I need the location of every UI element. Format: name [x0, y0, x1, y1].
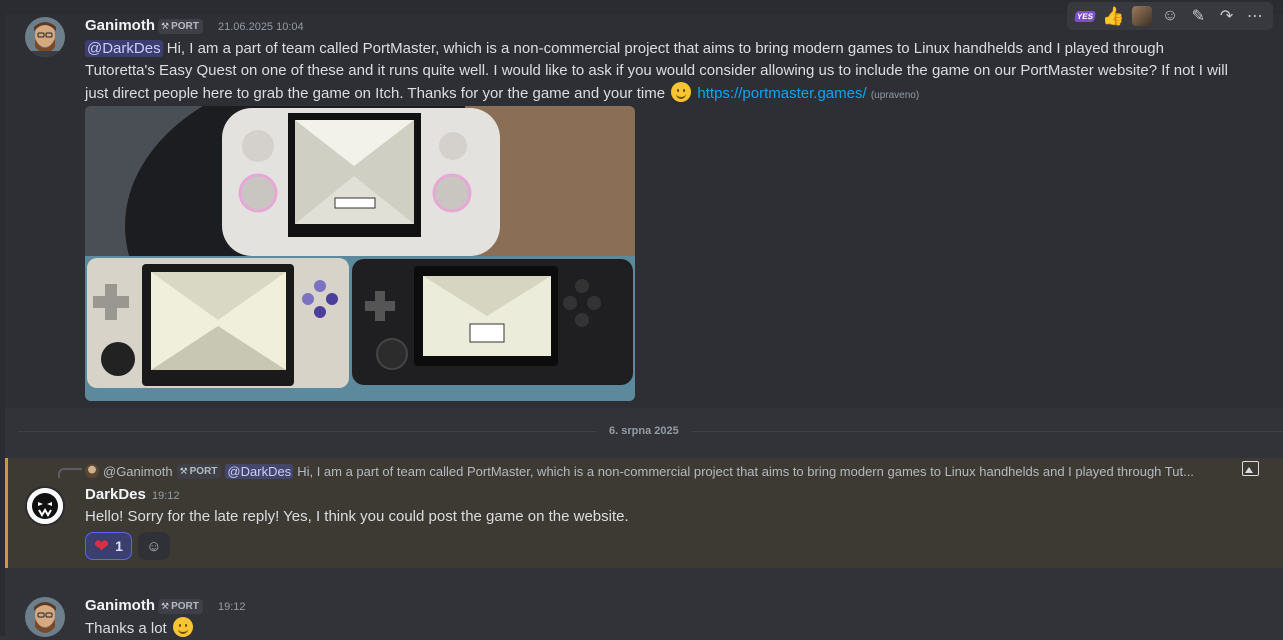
reply-avatar	[85, 464, 99, 478]
author-name[interactable]: DarkDes	[85, 486, 146, 503]
face-reaction-button[interactable]	[1130, 4, 1154, 28]
avatar-image	[25, 17, 65, 57]
user-mention[interactable]: @DarkDes	[85, 40, 163, 57]
slightly-smiling-emoji-icon	[172, 617, 193, 637]
yes-reaction-button[interactable]: YES	[1073, 4, 1097, 28]
wrench-icon: ⚒	[161, 21, 170, 31]
message-toolbar: YES 👍 ☺ ✎ ↷ ⋯	[1067, 2, 1273, 30]
role-tag-label: PORT	[171, 21, 199, 32]
message-timestamp: 19:12	[152, 490, 180, 502]
add-reaction-icon: ☺	[1161, 7, 1179, 24]
message-text-line-2: Tutoretta's Easy Quest on one of these a…	[85, 62, 1228, 79]
role-tag[interactable]: ⚒ PORT	[158, 19, 203, 34]
message-content: Thanks a lot	[85, 617, 195, 640]
edited-label: (upraveno)	[870, 90, 920, 101]
avatar-ganimoth[interactable]	[25, 597, 65, 637]
forward-button[interactable]: ↷	[1215, 4, 1239, 28]
yes-emoji-icon: YES	[1074, 10, 1097, 22]
wrench-icon: ⚒	[161, 601, 170, 611]
message-text: Thanks a lot	[85, 620, 167, 637]
attached-photo[interactable]	[85, 106, 635, 401]
reply-role-tag: ⚒ PORT	[176, 463, 222, 479]
author-name[interactable]: Ganimoth	[85, 17, 155, 34]
avatar-image	[25, 597, 65, 637]
slightly-smiling-emoji-icon	[671, 82, 692, 102]
website-link[interactable]: https://portmaster.games/	[697, 85, 866, 102]
reply-author[interactable]: @Ganimoth	[103, 464, 173, 479]
role-tag[interactable]: ⚒ PORT	[158, 599, 203, 614]
heart-icon: ❤	[94, 536, 110, 556]
reply-role-tag-label: PORT	[189, 465, 218, 477]
thumbs-up-icon: 👍	[1102, 5, 1125, 26]
message-text-line-3: just direct people here to grab the game…	[85, 85, 666, 102]
edit-icon: ✎	[1191, 8, 1205, 25]
add-reaction-button[interactable]: ☺	[1158, 4, 1182, 28]
more-icon: ⋯	[1246, 8, 1263, 25]
message-timestamp: 21.06.2025 10:04	[218, 21, 304, 33]
reply-preview[interactable]: @Ganimoth ⚒ PORT @DarkDes Hi, I am a par…	[85, 462, 1235, 480]
forward-icon: ↷	[1219, 8, 1234, 25]
date-divider-label: 6. srpna 2025	[597, 424, 691, 438]
add-reaction-button[interactable]: ☺	[137, 532, 170, 560]
wrench-icon: ⚒	[179, 465, 188, 476]
author-name[interactable]: Ganimoth	[85, 597, 155, 614]
thumbs-up-reaction-button[interactable]: 👍	[1101, 4, 1125, 28]
add-reaction-icon: ☺	[146, 537, 162, 555]
role-tag-label: PORT	[171, 601, 199, 612]
face-emoji-icon	[1131, 6, 1152, 26]
reply-mention: @DarkDes	[225, 463, 294, 479]
reaction-count: 1	[115, 538, 123, 554]
heart-reaction[interactable]: ❤ 1	[85, 532, 132, 560]
image-icon	[1242, 461, 1259, 476]
more-options-button[interactable]: ⋯	[1243, 4, 1267, 28]
edit-button[interactable]: ✎	[1186, 4, 1210, 28]
reply-snippet: Hi, I am a part of team called PortMaste…	[297, 463, 1194, 479]
avatar-image	[27, 488, 63, 524]
message-text: Hello! Sorry for the late reply! Yes, I …	[85, 508, 629, 525]
reply-spine	[58, 468, 82, 478]
message-timestamp: 19:12	[218, 601, 246, 613]
reactions-bar: ❤ 1 ☺	[85, 532, 170, 560]
avatar-ganimoth[interactable]	[25, 17, 65, 57]
message-content: @DarkDes Hi, I am a part of team called …	[85, 38, 1265, 107]
message-text-line-1: Hi, I am a part of team called PortMaste…	[162, 40, 1164, 57]
avatar-darkdes[interactable]	[25, 486, 65, 526]
handhelds-photo	[85, 106, 635, 401]
